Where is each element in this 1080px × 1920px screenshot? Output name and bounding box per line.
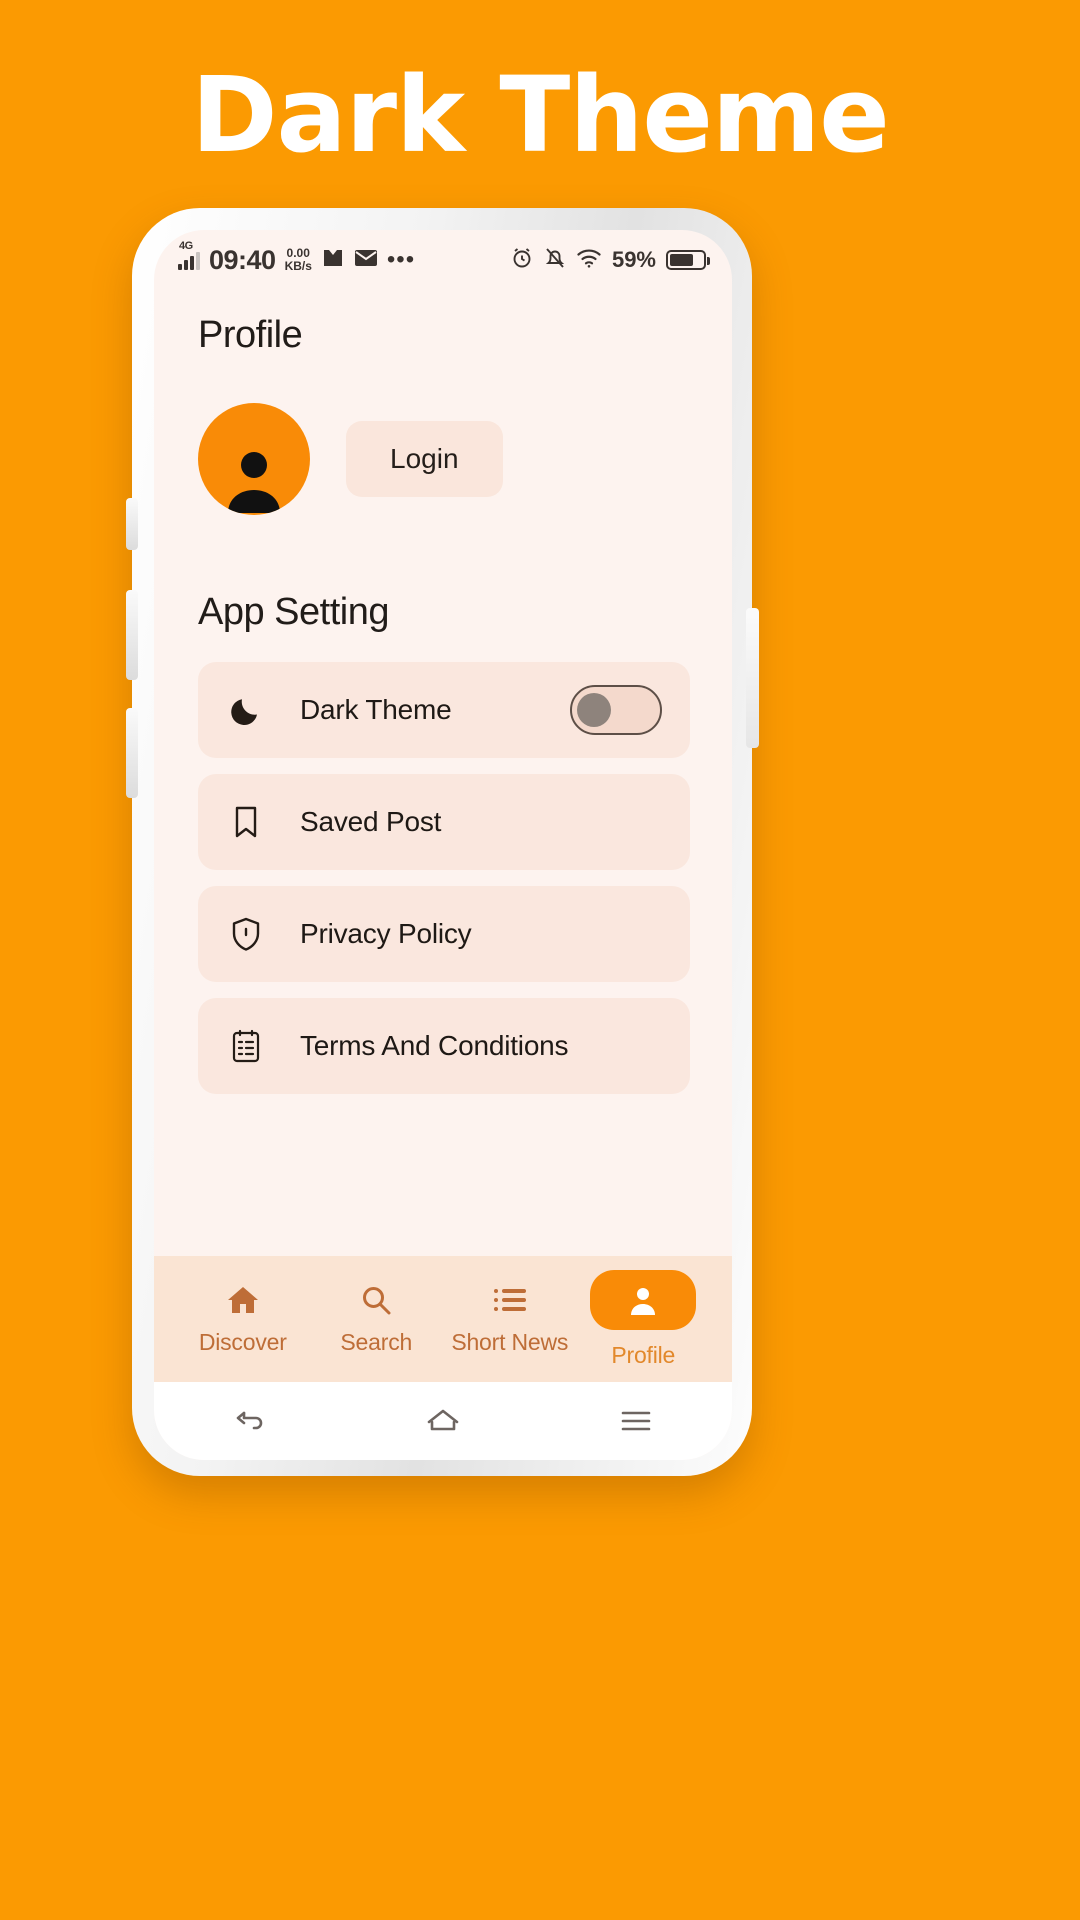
tab-search[interactable]: Search [310, 1283, 444, 1356]
setting-label-terms-conditions: Terms And Conditions [300, 1030, 569, 1061]
network-type-label: 4G [179, 240, 193, 252]
setting-label-saved-post: Saved Post [300, 806, 442, 837]
hamburger-menu-icon[interactable] [619, 1408, 653, 1434]
phone-volume-up-button [126, 590, 138, 680]
profile-header-row: Login [154, 357, 732, 515]
avatar[interactable] [198, 403, 310, 515]
settings-list: Dark Theme Saved Post Privacy Policy Ter… [154, 634, 732, 1094]
phone-volume-down-button [126, 708, 138, 798]
status-bar-left: 4G 09:40 0.00 KB/s ••• [178, 240, 416, 276]
tab-label-profile: Profile [611, 1341, 676, 1368]
phone-side-button-1 [126, 498, 138, 550]
shield-check-icon [224, 912, 268, 956]
setting-row-saved-post[interactable]: Saved Post [198, 774, 690, 870]
phone-power-button [746, 608, 759, 748]
setting-label-privacy-policy: Privacy Policy [300, 918, 472, 949]
alarm-clock-icon [510, 246, 534, 275]
status-bar-right: 59% [510, 246, 710, 275]
network-speed-indicator: 0.00 KB/s [285, 247, 312, 273]
search-icon [360, 1283, 392, 1317]
tab-discover[interactable]: Discover [176, 1283, 310, 1356]
tab-label-discover: Discover [198, 1328, 287, 1355]
tab-label-short-news: Short News [451, 1328, 569, 1355]
tab-profile[interactable]: Profile [577, 1269, 711, 1369]
phone-screen: 4G 09:40 0.00 KB/s ••• 59% Profile Login… [154, 230, 732, 1460]
status-overflow-icon: ••• [386, 245, 416, 273]
android-navigation-bar [154, 1382, 732, 1460]
status-bar-clock: 09:40 [209, 244, 276, 275]
tab-short-news[interactable]: Short News [443, 1283, 577, 1356]
battery-icon [666, 250, 710, 270]
setting-row-privacy-policy[interactable]: Privacy Policy [198, 886, 690, 982]
tab-profile-active-pill [590, 1269, 697, 1330]
wifi-icon [576, 248, 602, 273]
home-outline-icon[interactable] [425, 1406, 461, 1436]
login-button[interactable]: Login [346, 421, 503, 497]
bottom-tab-bar: Discover Search Short News Profile [154, 1256, 732, 1382]
bookmark-icon [224, 800, 268, 844]
bell-muted-icon [544, 246, 566, 275]
person-avatar-icon [228, 452, 280, 513]
status-bar: 4G 09:40 0.00 KB/s ••• 59% [154, 230, 732, 290]
section-title-app-setting: App Setting [198, 591, 389, 633]
toggle-knob [577, 693, 611, 727]
phone-mockup-frame: 4G 09:40 0.00 KB/s ••• 59% Profile Login… [126, 208, 759, 1476]
page-banner-title: Dark Theme [191, 54, 890, 176]
tab-label-search: Search [340, 1328, 413, 1355]
list-icon [493, 1283, 527, 1317]
setting-label-dark-theme: Dark Theme [300, 694, 452, 725]
page-title: Profile [198, 314, 303, 356]
signal-bars-icon: 4G [178, 240, 200, 270]
mail-icon [354, 248, 378, 273]
dark-theme-toggle[interactable] [570, 685, 662, 735]
battery-percentage: 59% [611, 247, 656, 272]
inbox-icon [321, 246, 345, 275]
setting-row-dark-theme[interactable]: Dark Theme [198, 662, 690, 758]
setting-row-terms-conditions[interactable]: Terms And Conditions [198, 998, 690, 1094]
person-icon [631, 1287, 656, 1315]
moon-icon [224, 688, 268, 732]
clipboard-list-icon [224, 1024, 268, 1068]
app-screen-content: Profile Login App Setting Dark Theme Sav… [154, 290, 732, 1460]
home-icon [226, 1283, 260, 1317]
back-arrow-icon[interactable] [233, 1406, 267, 1436]
network-speed-unit: KB/s [284, 259, 312, 273]
